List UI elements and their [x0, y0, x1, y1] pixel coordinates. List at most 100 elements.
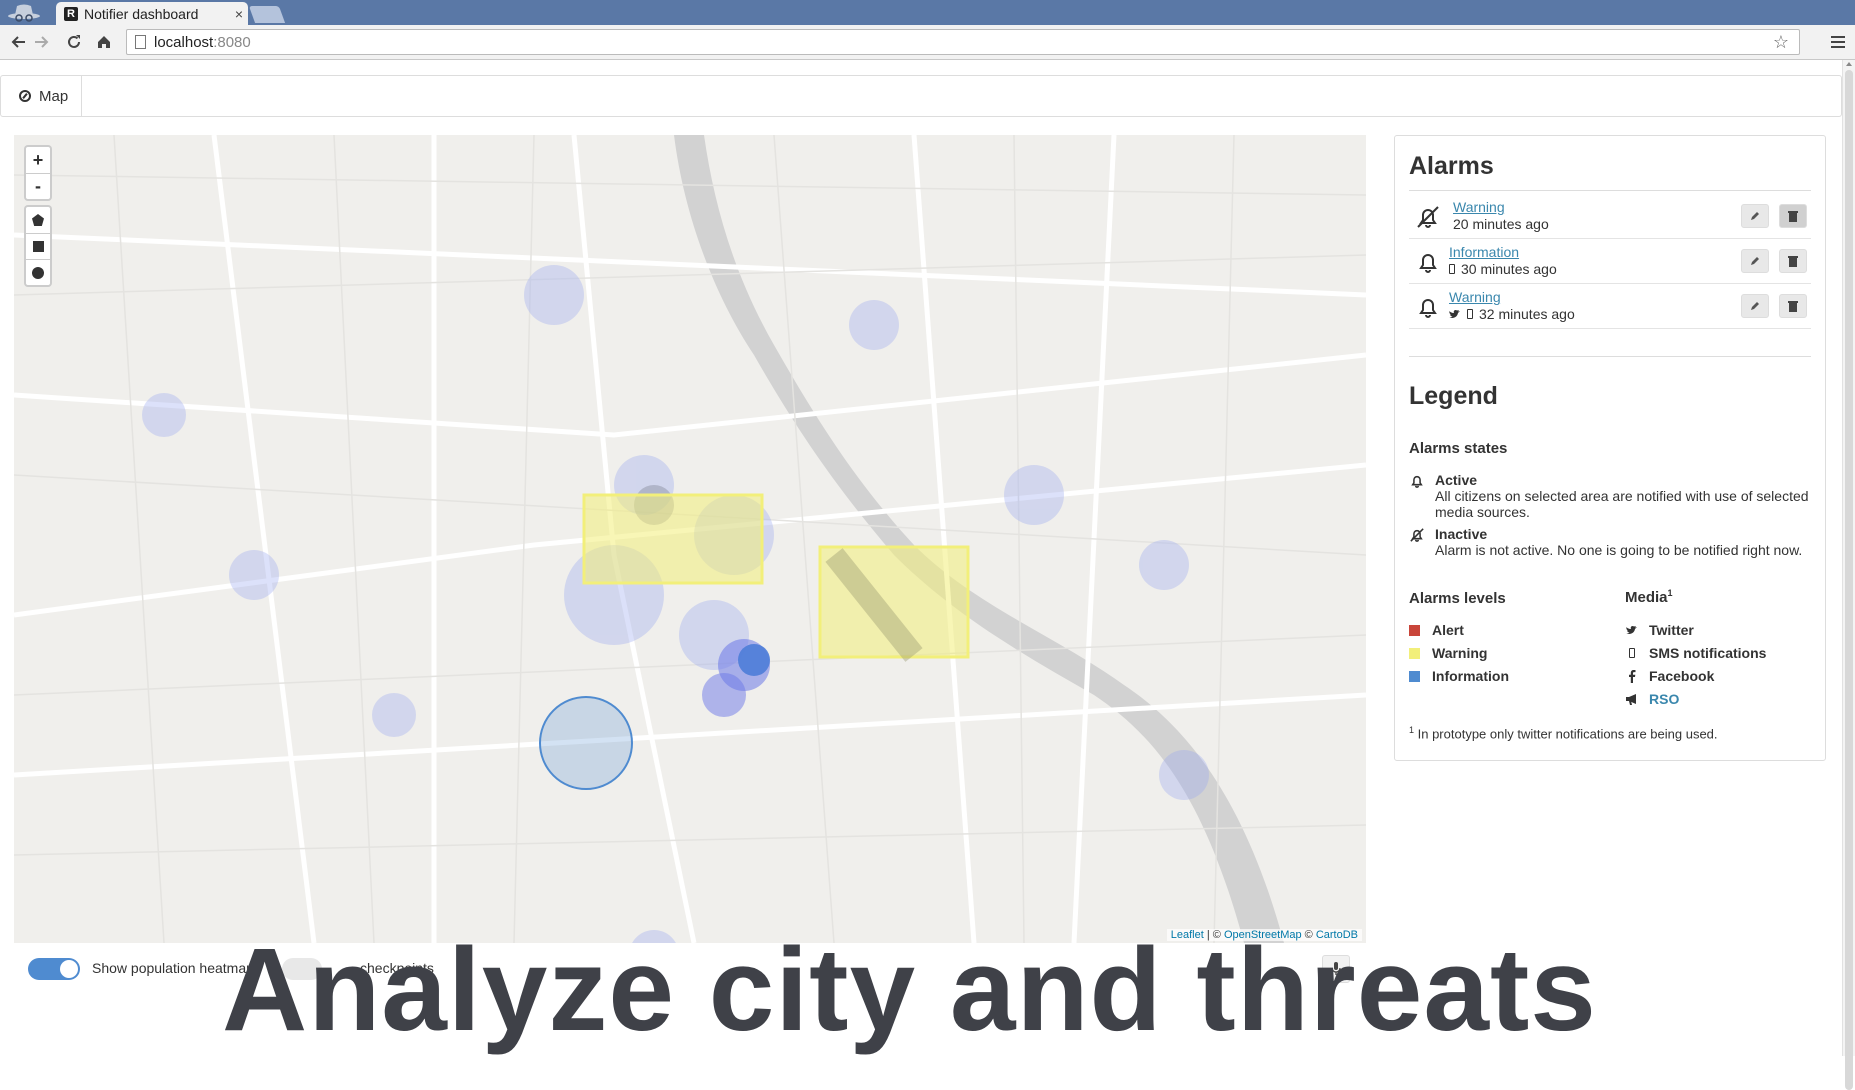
tab-title: Notifier dashboard — [84, 5, 199, 22]
back-icon[interactable] — [6, 30, 30, 54]
star-icon[interactable]: ☆ — [1773, 32, 1789, 53]
legend-level-warning: Warning — [1409, 645, 1487, 661]
alarms-panel: Alarms Warning 20 minutes ago Informatio… — [1394, 135, 1826, 761]
edit-icon — [1751, 302, 1759, 310]
divider — [1409, 356, 1811, 357]
browser-tab-bar: R Notifier dashboard × — [0, 0, 1855, 25]
address-bar[interactable]: localhost :8080 ☆ — [126, 29, 1800, 55]
delete-alarm-button[interactable] — [1779, 204, 1807, 228]
trash-icon — [1788, 256, 1798, 267]
alarm-states-title: Alarms states — [1409, 440, 1508, 457]
level-name: Alert — [1432, 622, 1464, 638]
legend-footnote: 1 In prototype only twitter notification… — [1409, 725, 1718, 741]
twitter-icon — [1625, 625, 1639, 635]
tab-close-icon[interactable]: × — [230, 6, 248, 22]
heatmap-toggle[interactable] — [28, 958, 80, 980]
legend-level-alert: Alert — [1409, 622, 1464, 638]
facebook-icon — [1625, 669, 1639, 683]
draw-polygon-button[interactable] — [26, 207, 50, 233]
city-map[interactable]: + - Leaflet | © OpenStreetMap © CartoDB — [14, 135, 1366, 943]
legend-title: Legend — [1409, 382, 1498, 410]
legend-media-rso: RSO — [1625, 691, 1679, 707]
alarm-meta: 20 minutes ago — [1453, 216, 1549, 232]
edit-alarm-button[interactable] — [1741, 204, 1769, 228]
megaphone-icon — [1625, 693, 1639, 705]
home-icon[interactable] — [92, 30, 116, 54]
edit-icon — [1751, 257, 1759, 265]
zoom-out-button[interactable]: - — [26, 173, 50, 199]
draw-toolbar — [24, 205, 52, 287]
alarm-row[interactable]: Warning 20 minutes ago — [1409, 194, 1811, 239]
page-scrollbar[interactable] — [1842, 60, 1855, 1090]
overlay-caption: Analyze city and threats — [222, 924, 1597, 1056]
state-name: Inactive — [1435, 526, 1488, 542]
divider — [1409, 190, 1811, 191]
alarm-meta: 32 minutes ago — [1449, 306, 1575, 322]
alarm-time: 30 minutes ago — [1461, 261, 1557, 277]
alarm-title-link[interactable]: Warning — [1449, 289, 1501, 305]
polygon-icon — [32, 214, 44, 226]
delete-alarm-button[interactable] — [1779, 249, 1807, 273]
trash-icon — [1788, 211, 1798, 222]
bell-icon — [1419, 254, 1437, 273]
browser-tab[interactable]: R Notifier dashboard × — [56, 2, 248, 25]
rso-link[interactable]: RSO — [1649, 691, 1679, 707]
legend-level-information: Information — [1409, 668, 1509, 684]
state-name: Active — [1435, 472, 1478, 488]
incognito-icon — [8, 4, 40, 22]
page-icon — [135, 35, 146, 49]
alarm-meta: 30 minutes ago — [1449, 261, 1557, 277]
menu-icon[interactable] — [1826, 30, 1850, 54]
nav-item-label: Map — [39, 87, 69, 105]
warning-swatch — [1409, 647, 1420, 659]
level-name: Information — [1432, 668, 1509, 684]
legend-media-facebook: Facebook — [1625, 668, 1714, 684]
media-title: Media1 — [1625, 588, 1673, 606]
rectangle-icon — [32, 241, 44, 252]
delete-alarm-button[interactable] — [1779, 294, 1807, 318]
alarm-time: 20 minutes ago — [1453, 216, 1549, 232]
zoom-control: + - — [24, 145, 52, 201]
draw-rectangle-button[interactable] — [26, 233, 50, 259]
scrollbar-thumb[interactable] — [1845, 70, 1853, 1090]
sms-icon — [1467, 309, 1473, 319]
media-name: Facebook — [1649, 668, 1715, 684]
alarm-title-link[interactable]: Information — [1449, 244, 1519, 260]
nav-item-map[interactable]: Map — [1, 76, 82, 116]
bell-icon — [1411, 476, 1423, 488]
state-description: Alarm is not active. No one is going to … — [1435, 542, 1803, 558]
alarms-title: Alarms — [1409, 152, 1494, 180]
edit-icon — [1751, 212, 1759, 220]
url-host: localhost — [154, 33, 214, 51]
forward-icon[interactable] — [30, 30, 54, 54]
toggle-knob — [60, 960, 78, 978]
sms-icon — [1625, 648, 1639, 658]
alarm-row[interactable]: Information 30 minutes ago — [1409, 239, 1811, 284]
browser-toolbar: localhost :8080 ☆ — [0, 25, 1855, 60]
draw-circle-button[interactable] — [26, 259, 50, 285]
state-description: All citizens on selected area are notifi… — [1435, 488, 1809, 520]
media-title-text: Media — [1625, 589, 1668, 606]
twitter-icon — [1449, 309, 1460, 318]
edit-alarm-button[interactable] — [1741, 294, 1769, 318]
alarm-levels-title: Alarms levels — [1409, 590, 1506, 607]
level-name: Warning — [1432, 645, 1488, 661]
bell-slash-icon — [1410, 528, 1424, 542]
new-tab-button[interactable] — [248, 6, 286, 23]
app-navbar: Map — [0, 75, 1842, 117]
sms-icon — [1449, 264, 1455, 274]
bell-slash-icon — [1417, 206, 1439, 228]
media-name: Twitter — [1649, 622, 1694, 638]
zoom-in-button[interactable]: + — [26, 147, 50, 173]
scroll-up-icon[interactable] — [1846, 62, 1852, 66]
trash-icon — [1788, 301, 1798, 312]
legend-media-twitter: Twitter — [1625, 622, 1694, 638]
reload-icon[interactable] — [62, 30, 86, 54]
compass-icon — [19, 90, 31, 102]
alarm-title-link[interactable]: Warning — [1453, 199, 1505, 215]
alarm-row[interactable]: Warning 32 minutes ago — [1409, 284, 1811, 329]
r-favicon-icon: R — [64, 6, 78, 21]
map-tiles — [14, 135, 1366, 943]
alarm-time: 32 minutes ago — [1479, 306, 1575, 322]
edit-alarm-button[interactable] — [1741, 249, 1769, 273]
